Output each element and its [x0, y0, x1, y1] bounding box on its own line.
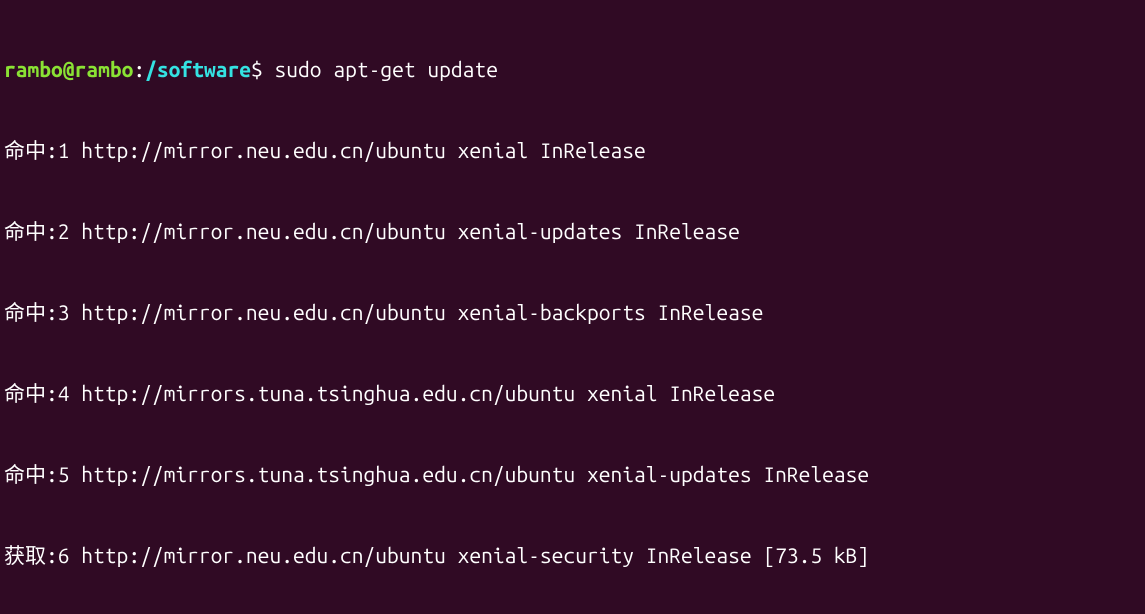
- prompt-user-host: rambo@rambo: [4, 57, 133, 81]
- command-text: sudo apt-get update: [275, 57, 498, 81]
- output-line: 命中:2 http://mirror.neu.edu.cn/ubuntu xen…: [4, 218, 1141, 245]
- output-line: 命中:1 http://mirror.neu.edu.cn/ubuntu xen…: [4, 137, 1141, 164]
- prompt-line: rambo@rambo:/software$ sudo apt-get upda…: [4, 56, 1141, 83]
- output-line: 命中:5 http://mirrors.tuna.tsinghua.edu.cn…: [4, 461, 1141, 488]
- output-line: 命中:3 http://mirror.neu.edu.cn/ubuntu xen…: [4, 299, 1141, 326]
- output-line: 获取:6 http://mirror.neu.edu.cn/ubuntu xen…: [4, 542, 1141, 569]
- prompt-path: /software: [145, 57, 251, 81]
- terminal[interactable]: rambo@rambo:/software$ sudo apt-get upda…: [0, 0, 1145, 614]
- prompt-dollar: $: [251, 57, 275, 81]
- prompt-colon: :: [133, 57, 145, 81]
- output-line: 命中:4 http://mirrors.tuna.tsinghua.edu.cn…: [4, 380, 1141, 407]
